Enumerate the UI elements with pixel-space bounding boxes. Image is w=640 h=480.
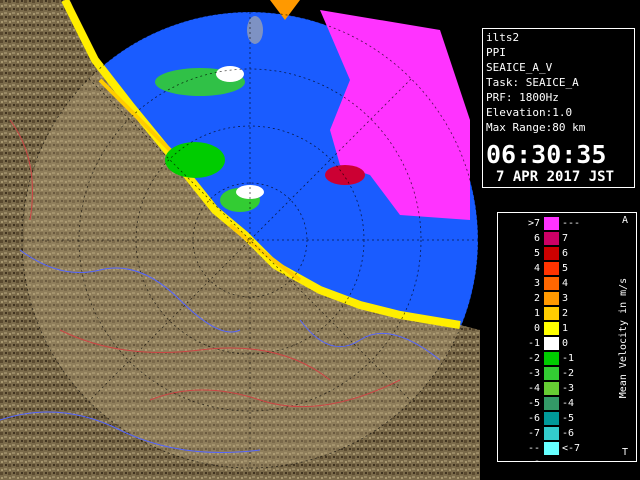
legend-row: -3 -2: [498, 367, 610, 380]
legend-row-min: -7: [527, 428, 540, 439]
legend-row-min: >7: [527, 218, 540, 229]
legend-row-max: 6: [562, 248, 569, 259]
prf-label: PRF: 1800Hz: [486, 91, 559, 104]
echo-red: [325, 165, 365, 185]
elevation-label: Elevation:1.0: [486, 106, 573, 119]
legend-row: -5 -4: [498, 397, 610, 410]
legend-row: 56: [498, 247, 610, 260]
legend-row-min: -1: [527, 338, 540, 349]
legend-color-swatch: [544, 322, 559, 335]
legend-row: 01: [498, 322, 610, 335]
legend-row-max: -4: [562, 398, 575, 409]
legend-row-max: ---: [562, 218, 581, 229]
legend-row-min: 2: [533, 293, 540, 304]
legend-color-swatch: [544, 427, 559, 440]
legend-row-min: 4: [533, 263, 540, 274]
radar-map: [0, 0, 480, 480]
legend-row-max: <-7: [562, 443, 581, 454]
legend-row: --- <-7: [498, 442, 610, 467]
legend-row: 23: [498, 292, 610, 305]
legend-corner-top: A: [622, 215, 629, 226]
legend-row-min: 5: [533, 248, 540, 259]
legend-row: 12: [498, 307, 610, 320]
legend-row: >7 ---: [498, 217, 610, 230]
max-range-label: Max Range:80 km: [486, 121, 586, 134]
velocity-legend: >7 --- 6 7 5 6 4 5 3 4 2 3 1 2 0 1 -1 0 -2 -1 -3 -2 -4 -3 -5 -4 -6…: [497, 212, 637, 467]
legend-color-swatch: [544, 352, 559, 365]
legend-row-min: ---: [527, 443, 540, 467]
legend-row-max: -6: [562, 428, 575, 439]
legend-corner-bottom: T: [622, 447, 629, 458]
legend-row: -7 -6: [498, 427, 610, 440]
legend-title: Mean Velocity in m/s: [618, 277, 629, 399]
legend-row-max: 2: [562, 308, 569, 319]
legend-row: -2 -1: [498, 352, 610, 365]
legend-color-swatch: [544, 307, 559, 320]
legend-row-min: 1: [533, 308, 540, 319]
scan-time: 06:30:35: [486, 140, 607, 169]
legend-color-swatch: [544, 397, 559, 410]
scan-date: 7 APR 2017 JST: [496, 169, 615, 185]
legend-row-min: -2: [527, 353, 540, 364]
legend-row-min: -3: [527, 368, 540, 379]
legend-row-max: 5: [562, 263, 569, 274]
radar-ppi-view[interactable]: [0, 0, 480, 480]
legend-color-swatch: [544, 367, 559, 380]
echo-green-2: [165, 142, 225, 178]
legend-color-swatch: [544, 442, 559, 455]
station-name: ilts2: [486, 31, 520, 44]
legend-row-max: -5: [562, 413, 575, 424]
legend-row-max: 1: [562, 323, 569, 334]
legend-color-swatch: [544, 232, 559, 245]
legend-color-swatch: [544, 247, 559, 260]
legend-color-swatch: [544, 337, 559, 350]
product-name: SEAICE_A_V: [486, 61, 553, 74]
legend-row-max: 3: [562, 293, 569, 304]
info-sidebar: ilts2 PPI SEAICE_A_V Task: SEAICE_A PRF:…: [480, 0, 640, 480]
legend-row-min: -5: [527, 398, 540, 409]
legend-row: 34: [498, 277, 610, 290]
legend-row-min: 0: [533, 323, 540, 334]
legend-color-swatch: [544, 217, 559, 230]
legend-row: -4 -3: [498, 382, 610, 395]
task-label: Task: SEAICE_A: [486, 76, 579, 89]
legend-row: -6 -5: [498, 412, 610, 425]
legend-row-max: -3: [562, 383, 575, 394]
legend-color-swatch: [544, 277, 559, 290]
scan-type: PPI: [486, 46, 506, 59]
legend-color-swatch: [544, 292, 559, 305]
legend-row-max: 4: [562, 278, 569, 289]
legend-color-swatch: [544, 382, 559, 395]
legend-row-min: -4: [527, 383, 540, 394]
legend-row: 45: [498, 262, 610, 275]
scan-info-panel: ilts2 PPI SEAICE_A_V Task: SEAICE_A PRF:…: [482, 28, 635, 188]
legend-row-min: -6: [527, 413, 540, 424]
legend-row-max: -2: [562, 368, 575, 379]
legend-row-min: 3: [533, 278, 540, 289]
legend-row-max: -1: [562, 353, 575, 364]
legend-color-swatch: [544, 262, 559, 275]
legend-row-max: 0: [562, 338, 569, 349]
legend-row-max: 7: [562, 233, 569, 244]
legend-row-min: 6: [533, 233, 540, 244]
legend-color-swatch: [544, 412, 559, 425]
legend-row: -1 0: [498, 337, 610, 350]
legend-row: 67: [498, 232, 610, 245]
